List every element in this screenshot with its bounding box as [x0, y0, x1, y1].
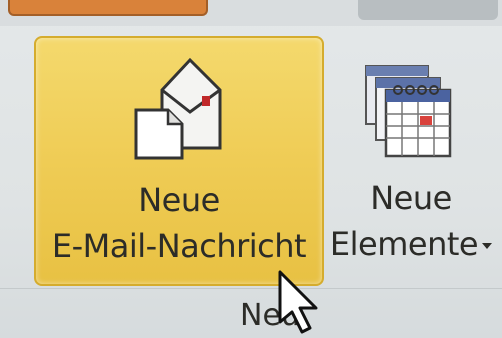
new-items-label-line2: Elemente — [326, 226, 496, 262]
new-items-button[interactable]: Neue Elemente — [326, 36, 502, 282]
ribbon-tab-left[interactable] — [8, 0, 208, 16]
dropdown-arrow-icon[interactable] — [482, 243, 493, 249]
group-separator — [0, 288, 502, 289]
new-items-label-line1: Neue — [370, 179, 452, 217]
ribbon-top-strip — [0, 0, 502, 26]
ribbon-tab-right[interactable] — [358, 0, 498, 20]
ribbon-panel: Neue E-Mail-Nachricht Neue Elemente Neu — [0, 0, 502, 338]
new-mail-icon — [134, 57, 222, 160]
new-email-label-line1: Neue — [138, 181, 220, 219]
mouse-pointer-icon — [278, 270, 318, 334]
new-items-label-text: Elemente — [329, 225, 479, 263]
new-email-button[interactable]: Neue E-Mail-Nachricht — [34, 36, 324, 286]
new-email-label-line2: E-Mail-Nachricht — [51, 227, 307, 265]
calendar-icon — [365, 65, 452, 158]
